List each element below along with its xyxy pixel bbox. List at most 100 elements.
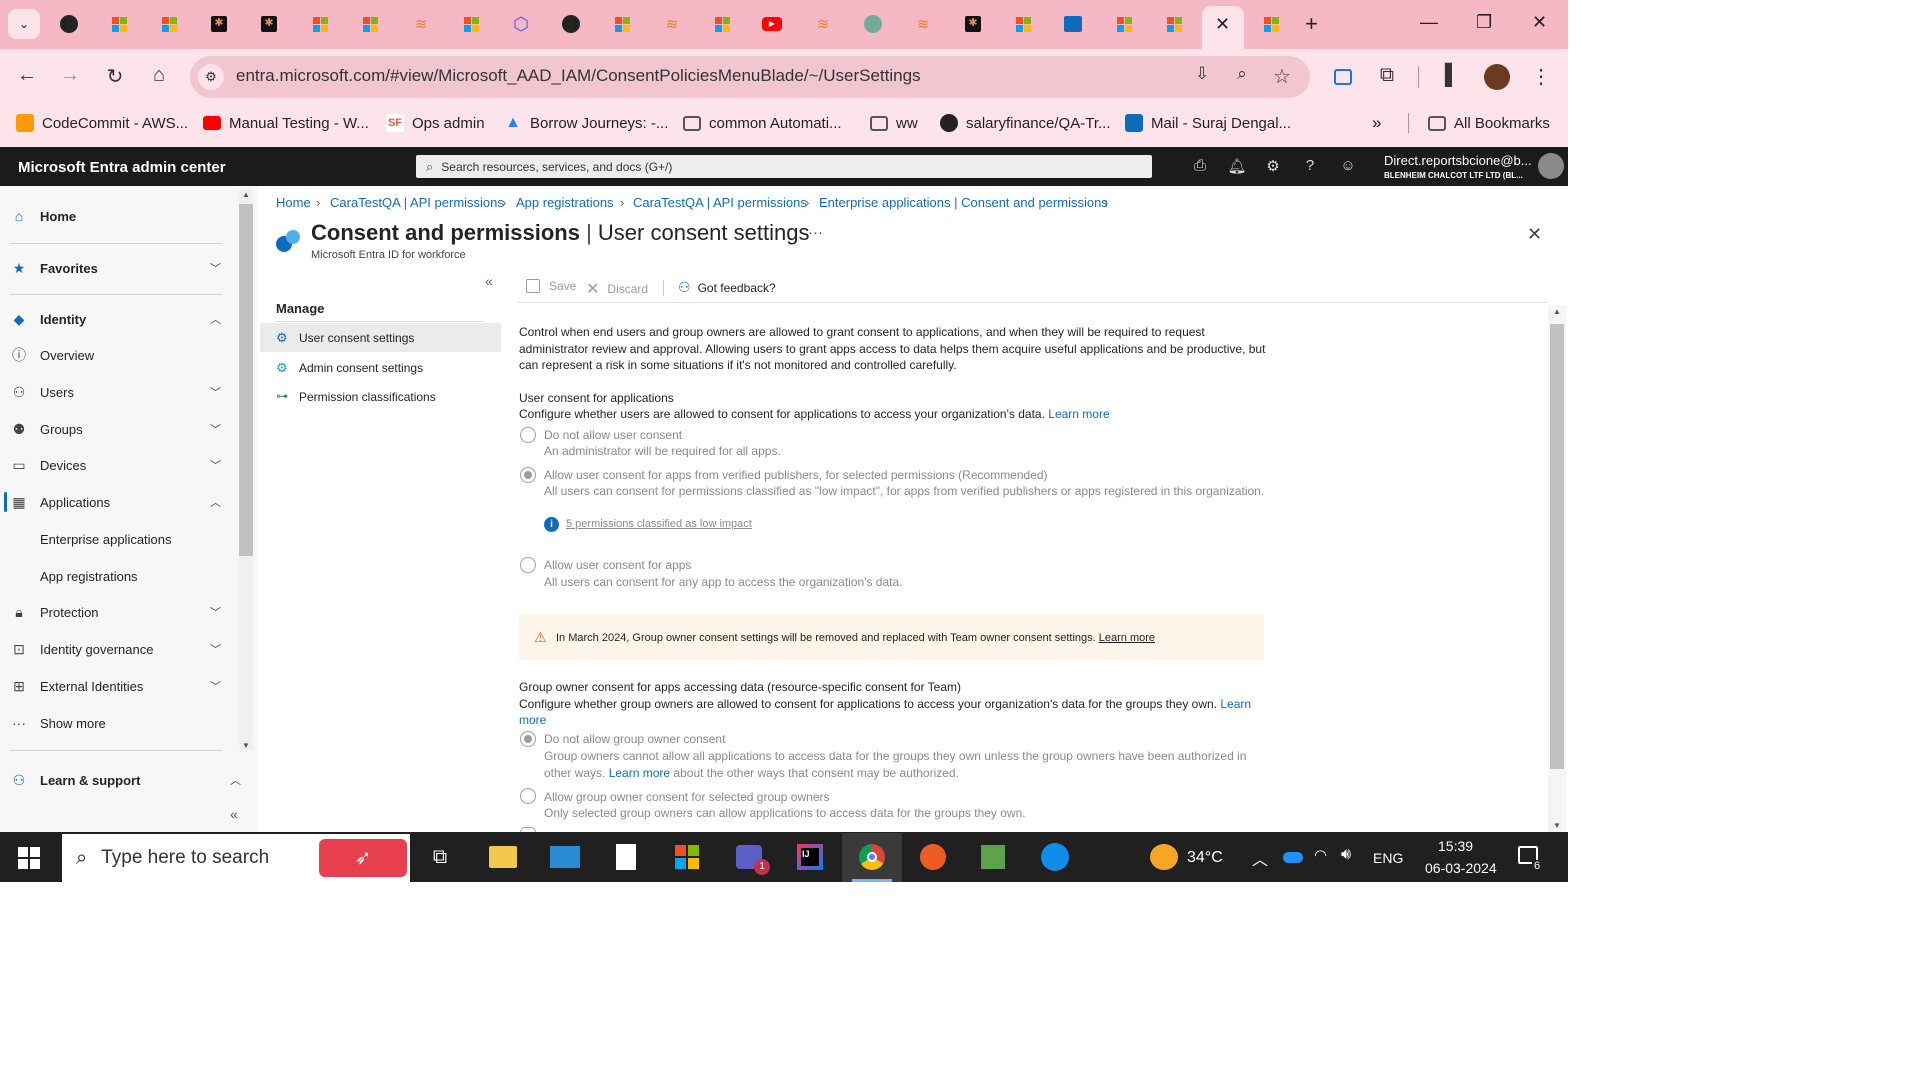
tab-chatgpt[interactable] [858, 8, 888, 40]
temperature[interactable]: 34°C [1187, 849, 1223, 867]
reload-icon[interactable]: ↻ [101, 64, 129, 89]
install-app-icon[interactable]: ⇩ [1188, 64, 1216, 84]
tab-app[interactable]: ✱ [204, 8, 234, 40]
site-info-icon[interactable]: ⚙ [198, 64, 224, 90]
file-explorer-icon[interactable] [483, 840, 523, 874]
language-indicator[interactable]: ENG [1373, 850, 1403, 866]
more-bookmarks-icon[interactable]: » [1372, 113, 1381, 133]
tab-app[interactable]: ✱ [958, 8, 988, 40]
tab-microsoft[interactable] [707, 8, 737, 40]
tab-hexagon[interactable]: ⬡ [506, 8, 536, 40]
notepad-icon[interactable] [973, 840, 1013, 874]
radio-do-not-allow-user-consent[interactable] [520, 427, 536, 443]
profile-avatar[interactable] [1484, 64, 1510, 90]
new-tab-button[interactable]: + [1305, 11, 1318, 37]
tab-microsoft[interactable] [1159, 8, 1189, 40]
zoom-icon[interactable]: ⌕ [1228, 64, 1256, 84]
tab-outlook[interactable] [1058, 8, 1088, 40]
bookmark-item[interactable]: Mail - Suraj Dengal... [1125, 113, 1291, 133]
chrome-icon[interactable] [852, 840, 892, 874]
nav-devices[interactable]: ▭ Devices ﹀ [0, 447, 237, 483]
tab-stackoverflow[interactable]: ≋ [808, 8, 838, 40]
close-window-icon[interactable]: ✕ [1532, 12, 1547, 33]
nav-applications[interactable]: ▦ Applications ︿ [0, 484, 237, 520]
tab-github[interactable] [54, 8, 84, 40]
all-bookmarks-button[interactable]: All Bookmarks [1428, 113, 1550, 133]
help-icon[interactable]: ? [1300, 157, 1320, 174]
minimize-icon[interactable]: — [1420, 12, 1438, 33]
nav-app-registrations[interactable]: App registrations [0, 558, 237, 594]
low-impact-permissions-link[interactable]: 5 permissions classified as low impact [566, 518, 752, 530]
onedrive-icon[interactable] [1283, 852, 1303, 863]
task-view-icon[interactable]: ⧉ [420, 840, 460, 874]
radio-allow-user-consent-for-apps[interactable] [520, 557, 536, 573]
side-panel-icon[interactable]: ▌ [1438, 64, 1466, 87]
clock-date[interactable]: 06-03-2024 [1425, 860, 1497, 876]
bookmark-item[interactable]: Manual Testing - W... [203, 113, 369, 133]
scroll-thumb[interactable] [1550, 324, 1564, 769]
microsoft-store-icon[interactable] [667, 840, 707, 874]
more-actions-button[interactable]: ··· [808, 224, 823, 241]
tab-microsoft[interactable] [1256, 8, 1286, 40]
mail-icon[interactable] [545, 840, 585, 874]
show-hidden-icons[interactable]: ︿ [1252, 846, 1268, 870]
nav-protection[interactable]: 🔒︎ Protection ﹀ [0, 594, 237, 630]
breadcrumb-item[interactable]: CaraTestQA | API permissions [330, 195, 504, 210]
settings-gear-icon[interactable]: ⚙ [1263, 157, 1283, 175]
learn-link[interactable]: Learn [1220, 697, 1251, 711]
start-button[interactable] [18, 847, 40, 869]
nav-overview[interactable]: ⓘ Overview [0, 337, 237, 373]
scroll-up-icon[interactable]: ▲ [242, 190, 250, 199]
back-icon[interactable]: ← [13, 64, 41, 87]
tab-stackoverflow[interactable]: ≋ [406, 8, 436, 40]
learn-more-link[interactable]: Learn more [1048, 407, 1109, 421]
taskbar-search-box[interactable]: ⌕ Type here to search ➶ [62, 834, 410, 882]
bookmark-item[interactable]: salaryfinance/QA-Tr... [940, 113, 1111, 133]
discard-button[interactable]: ✕ Discard [586, 279, 648, 299]
warning-learn-more-link[interactable]: Learn more [1099, 632, 1155, 644]
nav-users[interactable]: ⚇ Users ﹀ [0, 374, 237, 410]
bookmark-item[interactable]: ▲ Borrow Journeys: -... [504, 113, 668, 133]
nav-identity[interactable]: ◆ Identity ︿ [0, 301, 237, 337]
active-tab[interactable]: ✕ [1202, 6, 1244, 49]
wifi-icon[interactable]: ◠ [1314, 846, 1327, 864]
close-blade-icon[interactable]: ✕ [1527, 224, 1542, 245]
content-scrollbar[interactable]: ▲ ▼ [1548, 305, 1566, 832]
nav-learn-support[interactable]: ⚇ Learn & support ︿ [0, 762, 257, 798]
group-learn-more-link[interactable]: Learn more [609, 766, 670, 780]
tab-search-button[interactable]: ⌄ [8, 9, 40, 39]
radio-allow-selected-group-owners[interactable] [520, 788, 536, 804]
tab-stackoverflow[interactable]: ≋ [657, 8, 687, 40]
nav-enterprise-applications[interactable]: Enterprise applications [0, 521, 237, 557]
nav-home[interactable]: ⌂ Home [0, 198, 237, 234]
breadcrumb-item[interactable]: App registrations [516, 195, 614, 210]
notifications-icon[interactable]: 🔔︎ [1227, 157, 1247, 175]
portal-title[interactable]: Microsoft Entra admin center [18, 159, 226, 176]
tab-app[interactable]: ✱ [254, 8, 284, 40]
breadcrumb-item[interactable]: Enterprise applications | Consent and pe… [819, 195, 1108, 210]
nav-favorites[interactable]: ★ Favorites ﹀ [0, 250, 237, 286]
nav-identity-governance[interactable]: ⊡ Identity governance ﹀ [0, 631, 237, 667]
home-icon[interactable]: ⌂ [145, 64, 173, 87]
url-text[interactable]: entra.microsoft.com/#view/Microsoft_AAD_… [236, 66, 921, 86]
nav-groups[interactable]: ⚉ Groups ﹀ [0, 411, 237, 447]
bookmark-item[interactable]: CodeCommit - AWS... [16, 113, 188, 133]
global-search-input[interactable]: ⌕ Search resources, services, and docs (… [416, 155, 1152, 178]
nav-show-more[interactable]: ··· Show more [0, 705, 237, 741]
account-avatar[interactable] [1538, 153, 1564, 179]
forward-icon[interactable]: → [56, 64, 84, 87]
menu-item-permission-classifications[interactable]: Permission classifications [299, 390, 436, 404]
weather-icon[interactable] [1150, 844, 1178, 870]
tab-youtube[interactable]: ▶ [757, 8, 787, 40]
tab-github[interactable] [556, 8, 586, 40]
volume-icon[interactable]: 🔊︎ [1341, 846, 1351, 864]
tab-microsoft[interactable] [104, 8, 134, 40]
postman-icon[interactable] [913, 840, 953, 874]
tab-microsoft[interactable] [305, 8, 335, 40]
breadcrumb-item[interactable]: Home [276, 195, 311, 210]
extensions-puzzle-icon[interactable]: ⧉ [1373, 64, 1401, 87]
file-icon[interactable] [606, 840, 646, 874]
menu-item-admin-consent-settings[interactable]: Admin consent settings [299, 361, 423, 375]
bookmark-item[interactable]: common Automati... [683, 113, 842, 133]
tab-microsoft[interactable] [1109, 8, 1139, 40]
